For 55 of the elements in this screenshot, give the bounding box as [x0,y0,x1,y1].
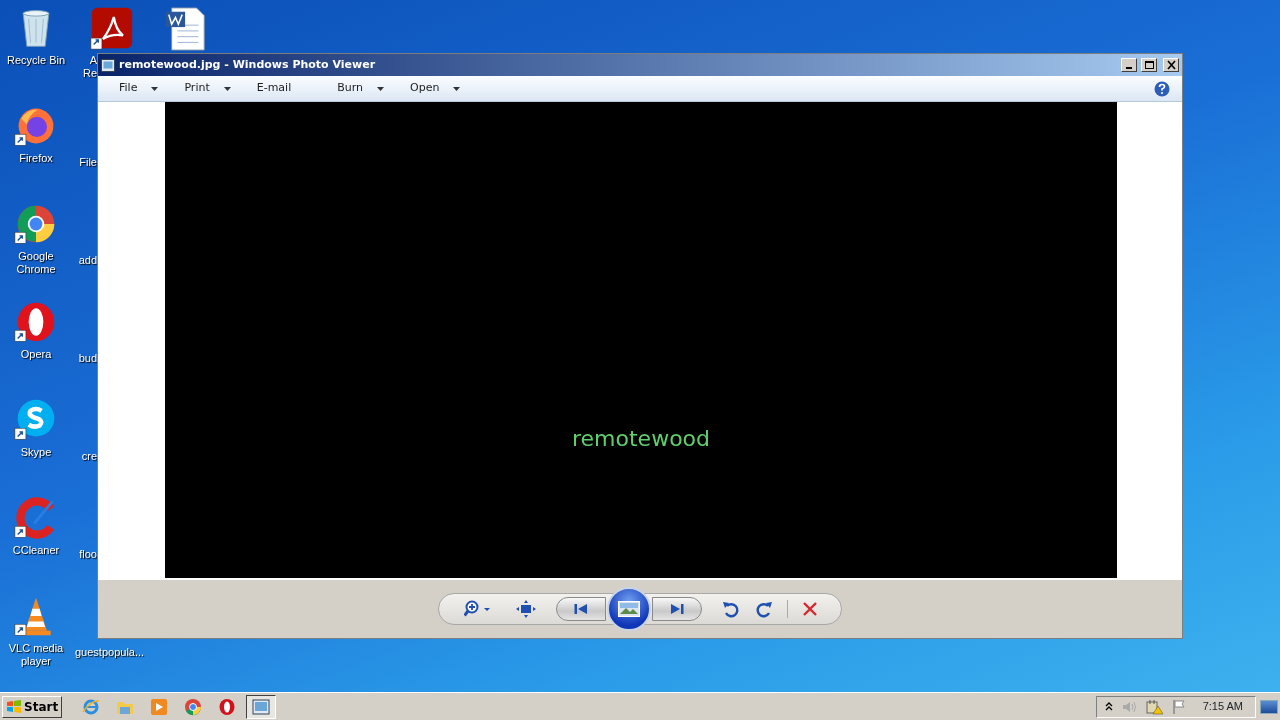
maximize-icon [1144,61,1154,69]
menu-item[interactable]: Print [175,80,240,97]
icon-label[interactable]: Google Chrome [16,250,56,276]
icon-label[interactable]: CCleaner [12,544,60,557]
photo-viewer-icon [252,697,271,716]
close-button[interactable] [1163,58,1179,72]
caret-icon [151,86,159,91]
opera-icon [218,697,237,716]
maximize-button[interactable] [1141,58,1157,72]
icon-label[interactable]: Opera [20,348,52,361]
icon-label[interactable]: Firefox [19,152,53,165]
menu-item[interactable]: Burn [328,80,394,97]
show-desktop-button[interactable] [1260,699,1278,714]
taskbar-app-button[interactable] [246,694,277,719]
next-button[interactable] [652,597,702,621]
start-button[interactable]: Start [2,695,63,718]
icon-label[interactable]: VLC media player [8,642,64,668]
windows-logo-icon [6,699,22,714]
photo-viewer-icon [101,58,115,72]
skip-back-icon [574,603,588,615]
fit-button[interactable] [516,600,536,618]
icon-label[interactable]: floo [79,548,97,561]
caret-icon [453,86,461,91]
minimize-button[interactable] [1121,58,1137,72]
flag-icon[interactable] [1170,698,1187,715]
network-warning-icon[interactable] [1144,698,1163,715]
caret-icon [377,86,385,91]
rotate-right-button[interactable] [755,600,773,618]
icon-label[interactable]: guestpopula... [75,646,145,659]
previous-button[interactable] [556,597,606,621]
menu-item[interactable]: Open [401,80,470,97]
icon-label[interactable]: Skype [20,446,52,459]
acrobat-icon[interactable] [90,6,134,50]
landscape-icon [618,601,640,617]
internet-explorer-icon [82,697,101,716]
minimize-icon [1125,67,1132,69]
icon-label[interactable]: add [78,254,97,267]
slideshow-button[interactable] [607,587,651,631]
help-button[interactable] [1154,80,1170,97]
media-player-icon [150,697,169,716]
rotate-left-button[interactable] [722,600,740,618]
icon-label[interactable]: A Re [82,54,97,80]
menu-item[interactable]: E-mail [247,80,301,97]
clock[interactable]: 7:15 AM [1202,698,1243,715]
image-text: remotewood [572,428,710,452]
delete-button[interactable] [802,601,818,617]
caret-icon [223,86,231,91]
window-title: remotewood.jpg - Windows Photo Viewer [119,56,377,73]
icon-label[interactable]: cre [81,450,97,463]
chrome-icon [184,697,203,716]
icon-label[interactable]: bud [78,352,97,365]
icon-label[interactable]: File [79,156,97,169]
icon-label[interactable]: Recycle Bin [6,54,66,67]
menu-item[interactable]: File [110,80,168,97]
skip-forward-icon [670,603,684,615]
